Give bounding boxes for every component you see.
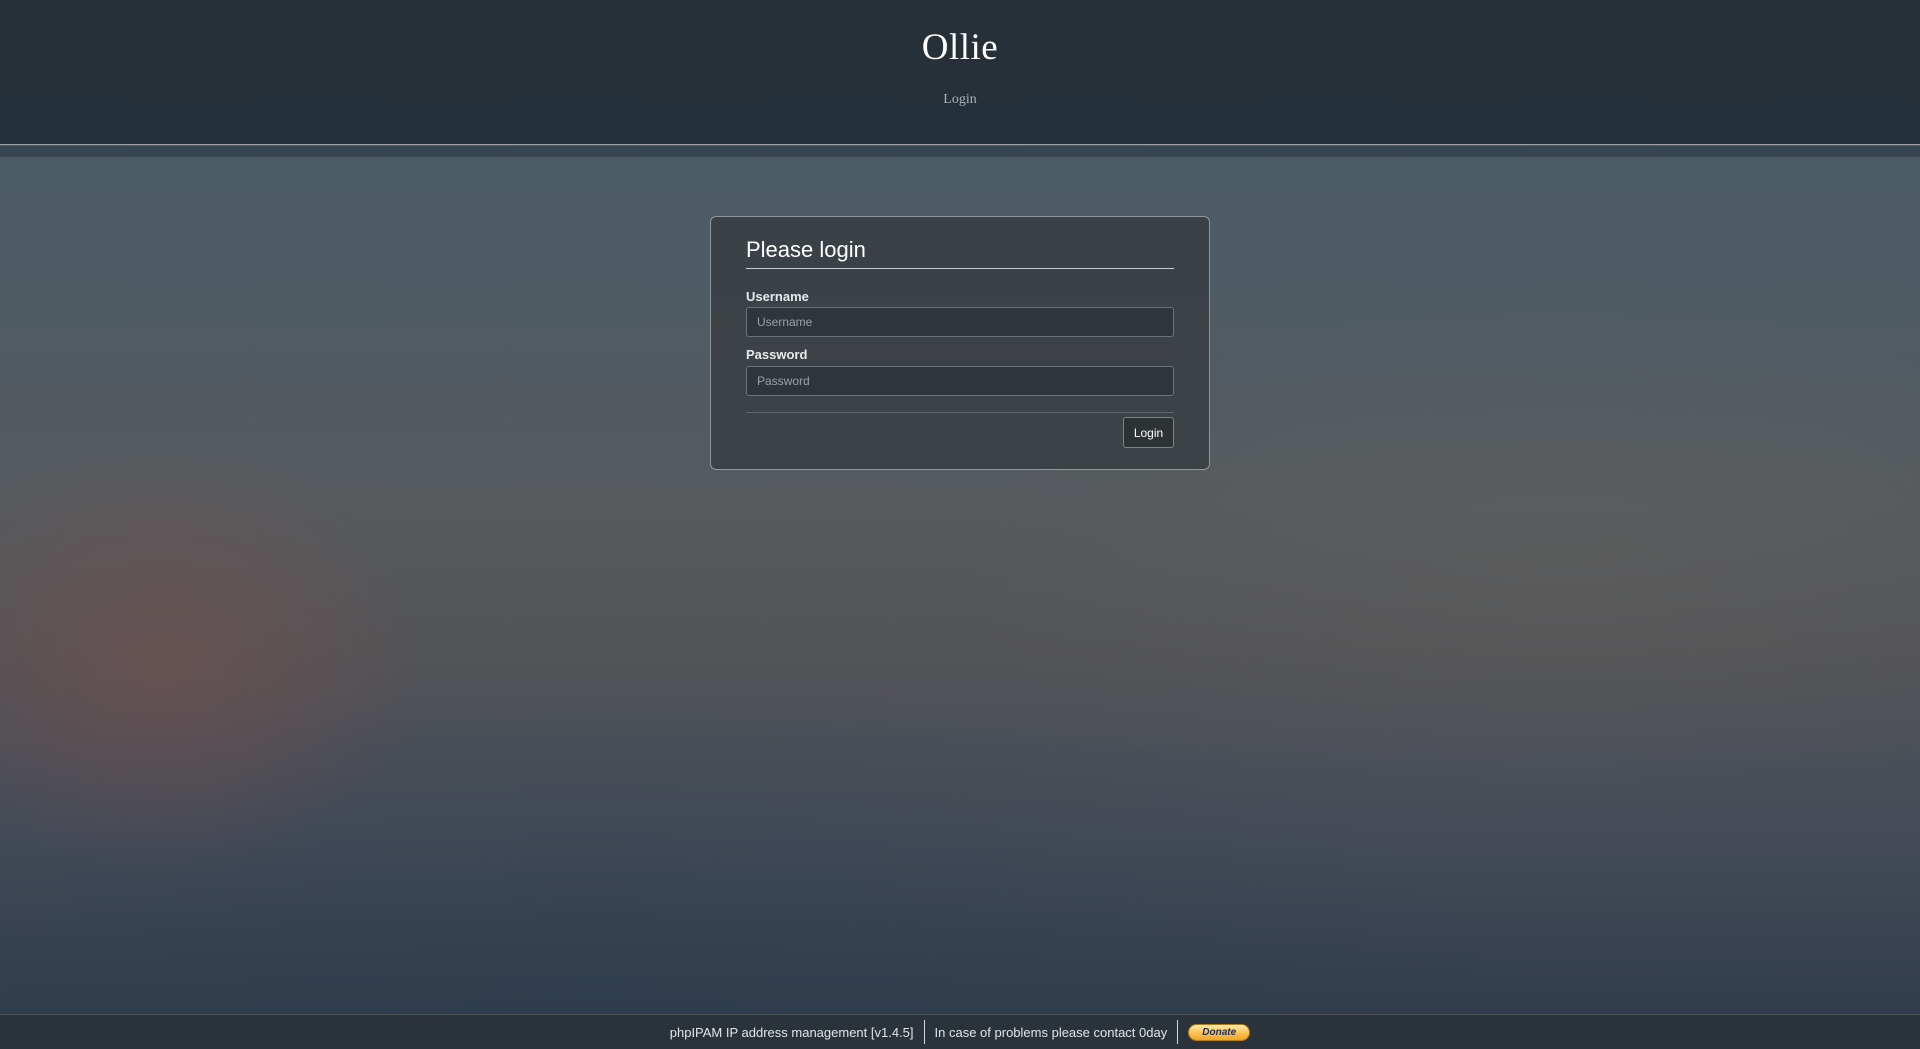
footer-separator (1177, 1020, 1179, 1044)
donate-button[interactable]: Donate (1188, 1023, 1251, 1041)
password-input[interactable] (746, 366, 1174, 396)
page-subtitle: Login (943, 92, 977, 107)
site-footer: phpIPAM IP address management [v1.4.5] I… (0, 1014, 1920, 1049)
footer-app-info: phpIPAM IP address management [v1.4.5] (669, 1024, 914, 1040)
footer-contact-text: In case of problems please contact 0day (934, 1024, 1168, 1040)
header-divider-band (0, 146, 1920, 157)
login-heading: Please login (746, 237, 1174, 269)
password-label: Password (746, 347, 808, 362)
site-title: Ollie (921, 27, 999, 68)
login-button[interactable]: Login (1123, 417, 1174, 448)
login-panel: Please login Username Password Login (710, 216, 1210, 470)
footer-separator (923, 1020, 925, 1044)
username-label: Username (746, 289, 809, 304)
username-input[interactable] (746, 307, 1174, 337)
form-divider (746, 412, 1174, 413)
site-header: Ollie Login (0, 0, 1920, 145)
footer-content: phpIPAM IP address management [v1.4.5] I… (0, 1015, 1920, 1049)
